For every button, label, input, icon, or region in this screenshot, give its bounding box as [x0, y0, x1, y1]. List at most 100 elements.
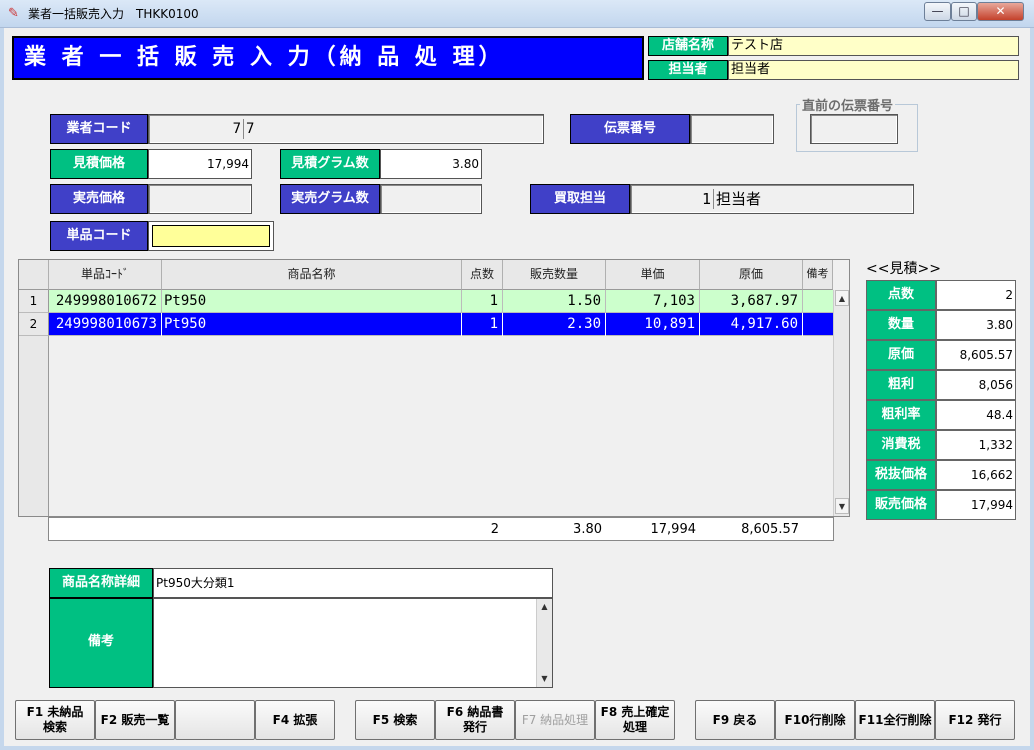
minimize-button[interactable]: —: [924, 2, 951, 21]
summary-value: 3.80: [936, 310, 1016, 340]
summary-label: 販売価格: [866, 490, 936, 520]
actual-gram-field[interactable]: [380, 184, 482, 214]
buyer-code-input[interactable]: 1: [635, 189, 711, 209]
fkey-label-line2: 検索: [42, 720, 67, 734]
estimate-price-label: 見積価格: [50, 149, 148, 179]
summary-label: 点数: [866, 280, 936, 310]
f9-back-button[interactable]: F9 戻る: [695, 700, 775, 740]
summary-label: 原価: [866, 340, 936, 370]
detail-name-value: Pt950大分類1: [153, 568, 553, 598]
scroll-down-icon[interactable]: ▼: [835, 498, 849, 514]
slip-number-label: 伝票番号: [570, 114, 690, 144]
detail-note-textarea[interactable]: ▲ ▼: [153, 598, 553, 688]
f1-unsold-search-button[interactable]: F1 未納品 検索: [15, 700, 95, 740]
buyer-field[interactable]: 1 担当者: [630, 184, 914, 214]
f10-delete-row-button[interactable]: F10行削除: [775, 700, 855, 740]
total-cost: 8,605.57: [741, 522, 799, 537]
f6-delivery-note-button[interactable]: F6 納品書 発行: [435, 700, 515, 740]
f11-delete-all-button[interactable]: F11全行削除: [855, 700, 935, 740]
vendor-code-label: 業者コード: [50, 114, 148, 144]
cell-cost: 4,917.60: [700, 313, 803, 336]
summary-title: <<見積>>: [866, 261, 941, 277]
col-header-name[interactable]: 商品名称: [162, 260, 462, 290]
f4-extend-button[interactable]: F4 拡張: [255, 700, 335, 740]
cell-note: [803, 290, 833, 313]
actual-price-field[interactable]: [148, 184, 252, 214]
total-amount: 3.80: [573, 522, 602, 537]
summary-label: 粗利率: [866, 400, 936, 430]
item-code-input[interactable]: [152, 225, 270, 247]
summary-label: 消費税: [866, 430, 936, 460]
store-name-value: テスト店: [728, 36, 1019, 56]
item-code-label: 単品コード: [50, 221, 148, 251]
actual-gram-label: 実売グラム数: [280, 184, 380, 214]
detail-note-label: 備考: [49, 598, 153, 688]
estimate-price-value: 17,994: [148, 149, 252, 179]
store-name-label: 店舗名称: [648, 36, 728, 56]
fkey-label: F11全行削除: [858, 712, 932, 727]
row-number[interactable]: 1: [19, 290, 49, 313]
fkey-label: F5 検索: [372, 712, 418, 727]
col-header-cost[interactable]: 原価: [700, 260, 803, 290]
page-title: 業 者 一 括 販 売 入 力（納 品 処 理）: [12, 36, 644, 80]
vendor-name-display: 7: [243, 119, 539, 139]
row-header-strip: [19, 336, 49, 516]
grid-scrollbar[interactable]: ▲ ▼: [833, 290, 849, 516]
scroll-down-icon[interactable]: ▼: [537, 671, 552, 686]
sales-grid[interactable]: 単品ｺｰﾄﾞ 商品名称 点数 販売数量 単価 原価 備考 1 249998010…: [18, 259, 850, 517]
f2-sales-list-button[interactable]: F2 販売一覧: [95, 700, 175, 740]
summary-value: 48.4: [936, 400, 1016, 430]
col-header-unit-price[interactable]: 単価: [606, 260, 700, 290]
fkey-label-line2: 発行: [462, 720, 487, 734]
window-title: 業者一括販売入力 THKK0100: [28, 7, 199, 21]
fkey-label: F6 納品書: [446, 705, 504, 719]
total-unit-price: 17,994: [650, 522, 697, 537]
cell-qty: 1: [462, 313, 503, 336]
f5-search-button[interactable]: F5 検索: [355, 700, 435, 740]
fkey-label: F2 販売一覧: [100, 712, 170, 727]
grid-corner: [19, 260, 49, 290]
col-header-code[interactable]: 単品ｺｰﾄﾞ: [49, 260, 162, 290]
cell-code: 249998010672: [49, 290, 162, 313]
total-qty: 2: [490, 522, 499, 537]
summary-label: 粗利: [866, 370, 936, 400]
col-header-amount[interactable]: 販売数量: [503, 260, 606, 290]
row-number[interactable]: 2: [19, 313, 49, 336]
col-header-qty[interactable]: 点数: [462, 260, 503, 290]
item-code-field[interactable]: [148, 221, 274, 251]
fkey-label: F4 拡張: [272, 712, 318, 727]
col-header-note[interactable]: 備考: [803, 260, 833, 290]
f12-issue-button[interactable]: F12 発行: [935, 700, 1015, 740]
fkey-label: F7 納品処理: [521, 712, 589, 727]
slip-number-field[interactable]: [690, 114, 774, 144]
summary-value: 8,056: [936, 370, 1016, 400]
buyer-name-display: 担当者: [713, 189, 909, 209]
close-button[interactable]: ✕: [977, 2, 1024, 21]
buyer-label: 買取担当: [530, 184, 630, 214]
f7-delivery-process-button[interactable]: F7 納品処理: [515, 700, 595, 740]
summary-value: 8,605.57: [936, 340, 1016, 370]
f8-sales-confirm-button[interactable]: F8 売上確定 処理: [595, 700, 675, 740]
prev-slip-field: [810, 114, 898, 144]
estimate-gram-value: 3.80: [380, 149, 482, 179]
scroll-up-icon[interactable]: ▲: [537, 599, 552, 614]
grid-empty-area: [49, 336, 833, 516]
vendor-code-input[interactable]: 7: [153, 119, 241, 139]
fkey-label: F8 売上確定: [600, 705, 670, 719]
staff-value: 担当者: [728, 60, 1019, 80]
actual-price-label: 実売価格: [50, 184, 148, 214]
estimate-gram-label: 見積グラム数: [280, 149, 380, 179]
cell-code: 249998010673: [49, 313, 162, 336]
cell-amount: 1.50: [503, 290, 606, 313]
note-scrollbar[interactable]: ▲ ▼: [536, 599, 552, 687]
scroll-up-icon[interactable]: ▲: [835, 290, 849, 306]
fkey-label: F10行削除: [784, 712, 846, 727]
summary-value: 2: [936, 280, 1016, 310]
fkey-label: F12 発行: [948, 712, 1002, 727]
f3-blank-button[interactable]: [175, 700, 255, 740]
vendor-code-field[interactable]: 7 7: [148, 114, 544, 144]
cell-name: Pt950: [162, 290, 462, 313]
maximize-button[interactable]: □: [951, 2, 977, 21]
app-icon: ✎: [8, 6, 19, 21]
fkey-label: F9 戻る: [712, 712, 758, 727]
